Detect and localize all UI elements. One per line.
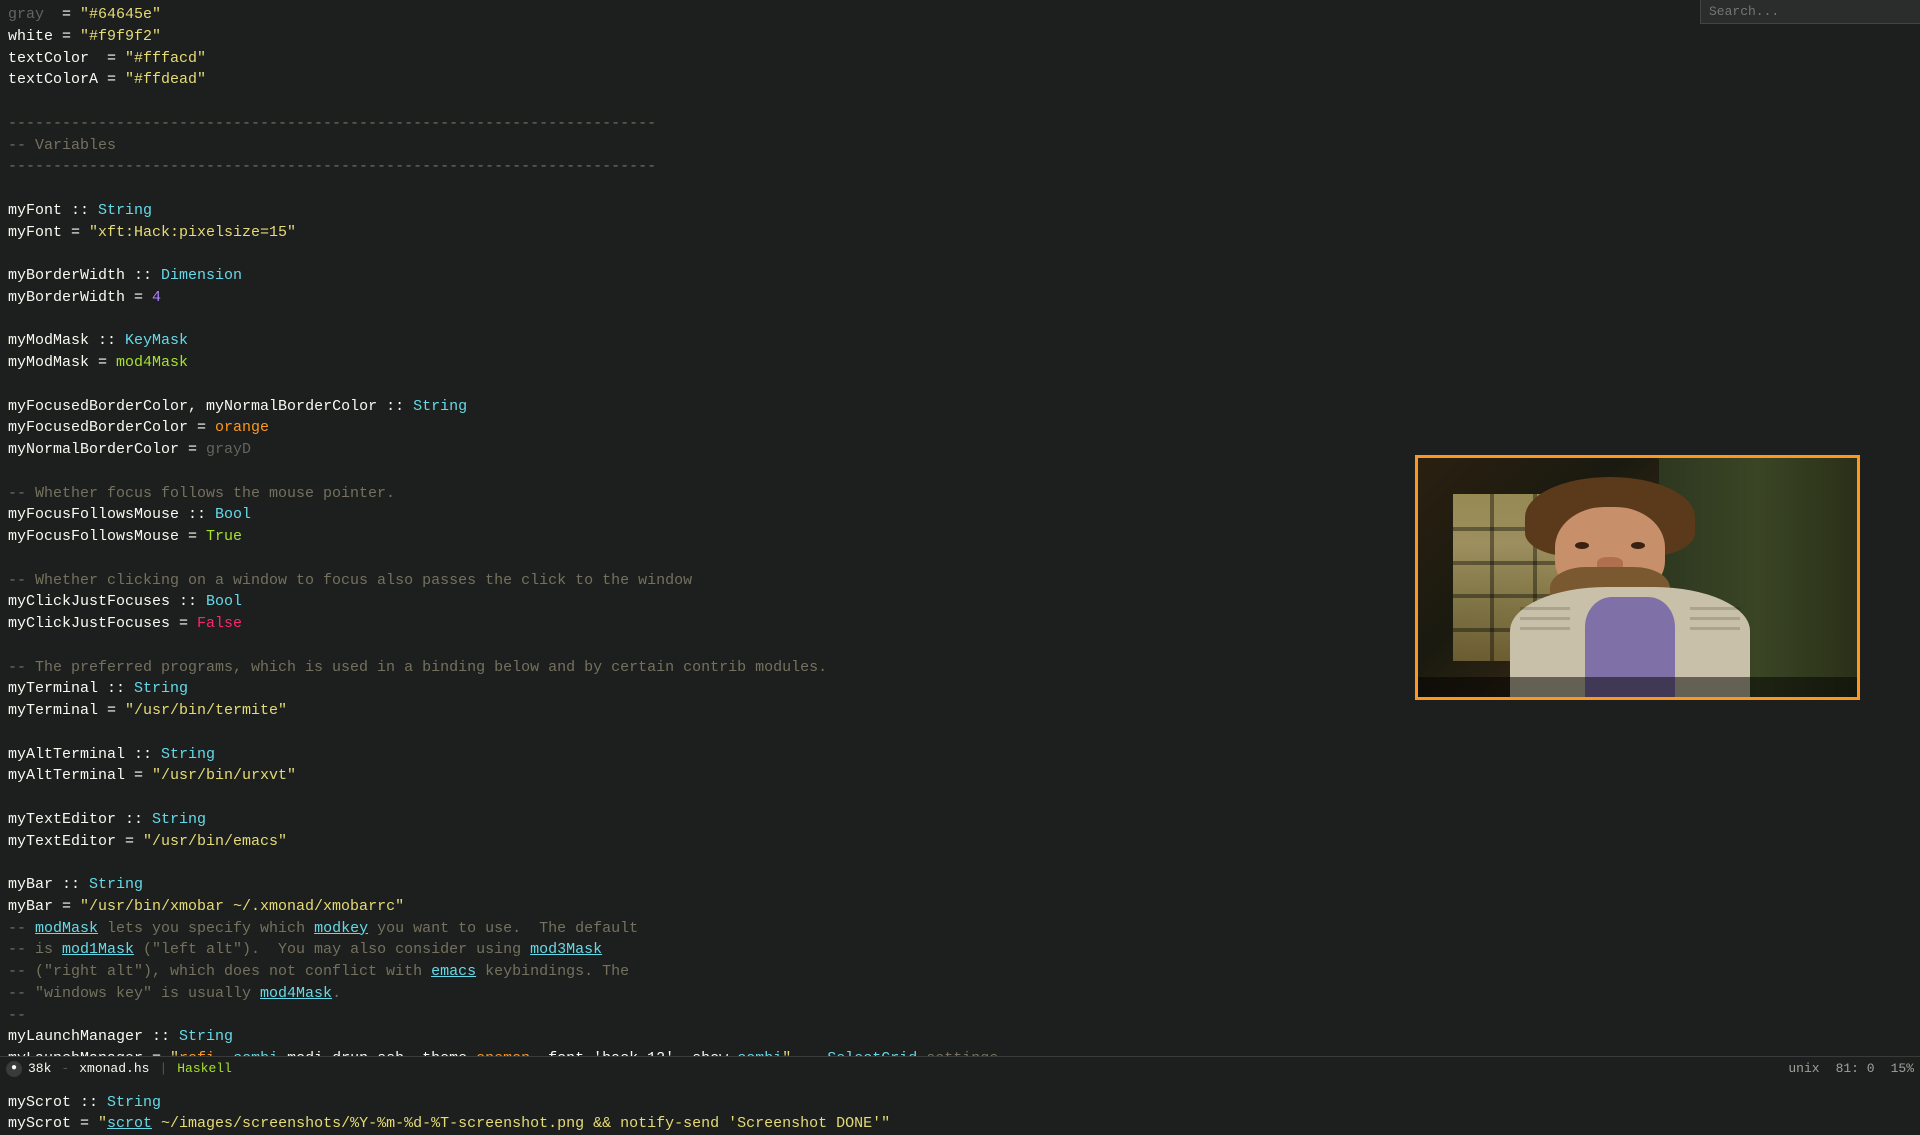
code-line: myBar = "/usr/bin/xmobar ~/.xmonad/xmoba… [8,896,1912,918]
filetype: Haskell [177,1061,232,1076]
status-indicator: ● [6,1061,22,1077]
code-line: myFont = "xft:Hack:pixelsize=15" [8,222,1912,244]
code-line: -- "windows key" is usually mod4Mask. [8,983,1912,1005]
code-line: textColorA = "#ffdead" [8,69,1912,91]
code-line: -- [8,1005,1912,1027]
person-face [1555,507,1665,597]
scroll-percent: 15% [1891,1061,1914,1076]
cursor-position: 81: 0 [1836,1061,1875,1076]
code-line: white = "#f9f9f2" [8,26,1912,48]
code-line: myBar :: String [8,874,1912,896]
code-line: myTextEditor = "/usr/bin/emacs" [8,831,1912,853]
code-line: myTerminal = "/usr/bin/termite" [8,700,1912,722]
code-line: myModMask :: KeyMask [8,330,1912,352]
code-line: -- Variables [8,135,1912,157]
code-line: myModMask = mod4Mask [8,352,1912,374]
status-right: unix 81: 0 15% [1788,1061,1914,1076]
statusbar: ● 38k - xmonad.hs | Haskell unix 81: 0 1… [0,1056,1920,1080]
code-line: myBorderWidth :: Dimension [8,265,1912,287]
search-input[interactable] [1709,4,1912,19]
code-line: gray = "#64645e" [8,4,1912,26]
video-frame [1418,458,1857,697]
code-line: myLaunchManager :: String [8,1026,1912,1048]
code-line [8,178,1912,200]
code-line [8,374,1912,396]
code-line [8,722,1912,744]
code-line: ----------------------------------------… [8,156,1912,178]
code-line: -- ("right alt"), which does not conflic… [8,961,1912,983]
filename[interactable]: xmonad.hs [79,1061,149,1076]
code-line: ----------------------------------------… [8,113,1912,135]
code-line: myAltTerminal = "/usr/bin/urxvt" [8,765,1912,787]
code-line [8,852,1912,874]
code-line [8,243,1912,265]
video-overlay [1415,455,1860,700]
code-line: textColor = "#fffacd" [8,48,1912,70]
code-line: myTextEditor :: String [8,809,1912,831]
code-line [8,91,1912,113]
code-line: -- modMask lets you specify which modkey… [8,918,1912,940]
code-line: myFocusedBorderColor, myNormalBorderColo… [8,396,1912,418]
code-line: myAltTerminal :: String [8,744,1912,766]
encoding: unix [1788,1061,1819,1076]
code-line: myBorderWidth = 4 [8,287,1912,309]
code-line [8,309,1912,331]
file-size: 38k [28,1061,51,1076]
code-line: myFocusedBorderColor = orange [8,417,1912,439]
status-icon-symbol: ● [11,1063,17,1074]
code-line: myScrot :: String [8,1092,1912,1114]
code-line: myFont :: String [8,200,1912,222]
code-line: myScrot = "scrot ~/images/screenshots/%Y… [8,1113,1912,1135]
code-line [8,787,1912,809]
code-line: -- is mod1Mask ("left alt"). You may als… [8,939,1912,961]
search-bar[interactable] [1700,0,1920,24]
